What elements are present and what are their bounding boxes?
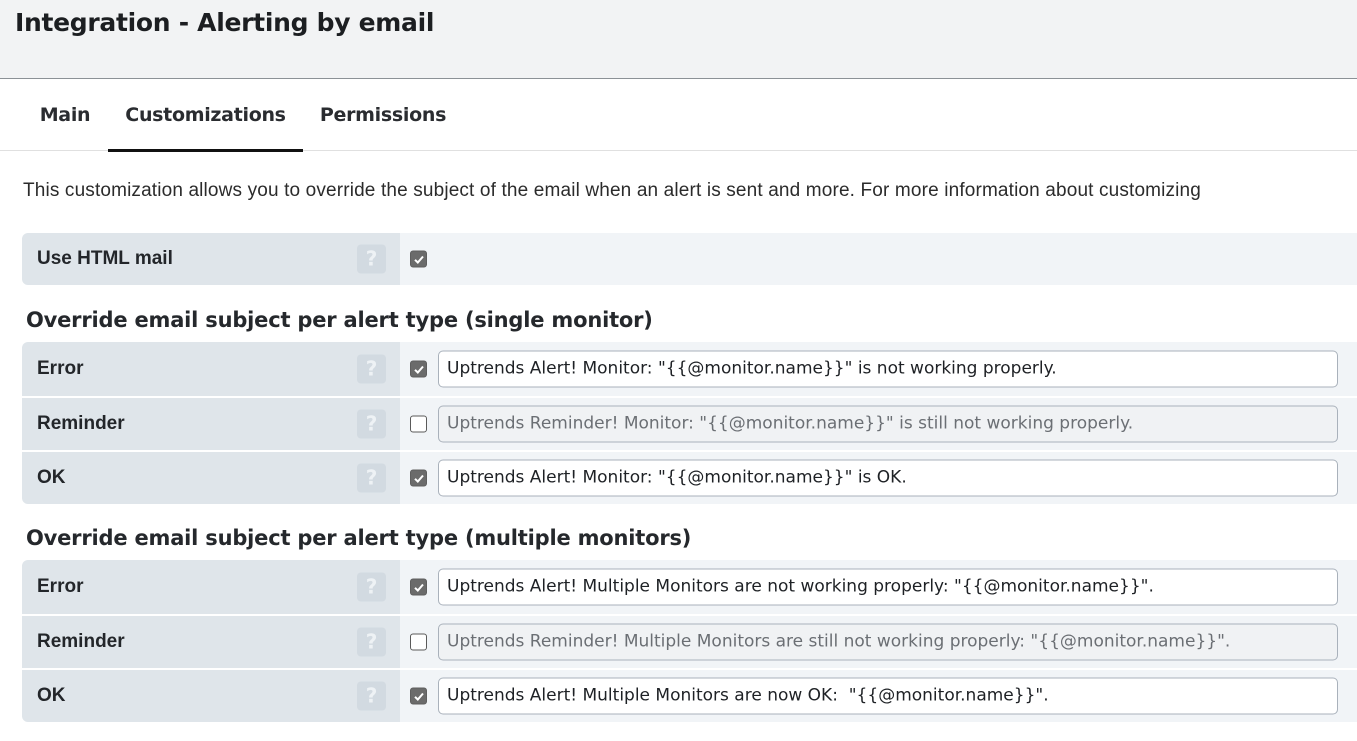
html-mail-row: Use HTML mail ? bbox=[22, 233, 1357, 285]
single-reminder-checkbox[interactable] bbox=[410, 415, 427, 433]
checkmark-icon bbox=[413, 583, 424, 592]
help-icon[interactable]: ? bbox=[357, 572, 386, 602]
html-mail-label: Use HTML mail bbox=[37, 248, 173, 269]
checkmark-icon bbox=[413, 692, 424, 701]
multiple-reminder-subject-input[interactable]: Uptrends Reminder! Multiple Monitors are… bbox=[438, 623, 1338, 661]
html-mail-checkbox[interactable] bbox=[410, 250, 427, 268]
multiple-ok-checkbox[interactable] bbox=[410, 687, 427, 705]
section-title-single: Override email subject per alert type (s… bbox=[26, 308, 653, 332]
single-error-row: Error ? Uptrends Alert! Monitor: "{{@mon… bbox=[22, 342, 1357, 396]
help-icon[interactable]: ? bbox=[357, 463, 386, 493]
single-reminder-row: Reminder ? Uptrends Reminder! Monitor: "… bbox=[22, 396, 1357, 450]
single-error-subject-input[interactable]: Uptrends Alert! Monitor: "{{@monitor.nam… bbox=[438, 350, 1338, 388]
page-title: Integration - Alerting by email bbox=[15, 8, 435, 37]
checkmark-icon bbox=[413, 474, 424, 483]
section-title-multiple: Override email subject per alert type (m… bbox=[26, 526, 692, 550]
tab-bar: Main Customizations Permissions bbox=[0, 79, 1357, 152]
single-ok-subject-input[interactable]: Uptrends Alert! Monitor: "{{@monitor.nam… bbox=[438, 459, 1338, 497]
multiple-error-checkbox[interactable] bbox=[410, 578, 427, 596]
multiple-monitors-panel: Error ? Uptrends Alert! Multiple Monitor… bbox=[22, 560, 1357, 722]
row-label: OK bbox=[37, 467, 66, 488]
tab-customizations[interactable]: Customizations bbox=[108, 79, 303, 152]
checkmark-icon bbox=[413, 255, 424, 264]
multiple-reminder-checkbox[interactable] bbox=[410, 633, 427, 651]
multiple-reminder-row: Reminder ? Uptrends Reminder! Multiple M… bbox=[22, 614, 1357, 668]
checkmark-icon bbox=[413, 365, 424, 374]
single-monitor-panel: Error ? Uptrends Alert! Monitor: "{{@mon… bbox=[22, 342, 1357, 504]
intro-text: This customization allows you to overrid… bbox=[23, 180, 1201, 201]
single-ok-row: OK ? Uptrends Alert! Monitor: "{{@monito… bbox=[22, 450, 1357, 504]
row-label: Error bbox=[37, 358, 84, 379]
multiple-ok-subject-input[interactable]: Uptrends Alert! Multiple Monitors are no… bbox=[438, 677, 1338, 715]
multiple-error-subject-input[interactable]: Uptrends Alert! Multiple Monitors are no… bbox=[438, 568, 1338, 606]
single-ok-checkbox[interactable] bbox=[410, 469, 427, 487]
multiple-error-row: Error ? Uptrends Alert! Multiple Monitor… bbox=[22, 560, 1357, 614]
help-icon[interactable]: ? bbox=[357, 409, 386, 439]
tab-permissions[interactable]: Permissions bbox=[303, 79, 463, 151]
row-label: OK bbox=[37, 685, 66, 706]
row-label: Error bbox=[37, 576, 84, 597]
help-icon[interactable]: ? bbox=[357, 681, 386, 711]
html-mail-panel: Use HTML mail ? bbox=[22, 233, 1357, 285]
single-error-checkbox[interactable] bbox=[410, 360, 427, 378]
row-label: Reminder bbox=[37, 413, 125, 434]
single-reminder-subject-input[interactable]: Uptrends Reminder! Monitor: "{{@monitor.… bbox=[438, 405, 1338, 443]
help-icon[interactable]: ? bbox=[357, 244, 386, 274]
row-label: Reminder bbox=[37, 631, 125, 652]
tab-main[interactable]: Main bbox=[22, 79, 108, 151]
multiple-ok-row: OK ? Uptrends Alert! Multiple Monitors a… bbox=[22, 668, 1357, 722]
help-icon[interactable]: ? bbox=[357, 354, 386, 384]
page-header: Integration - Alerting by email bbox=[0, 0, 1357, 79]
help-icon[interactable]: ? bbox=[357, 627, 386, 657]
